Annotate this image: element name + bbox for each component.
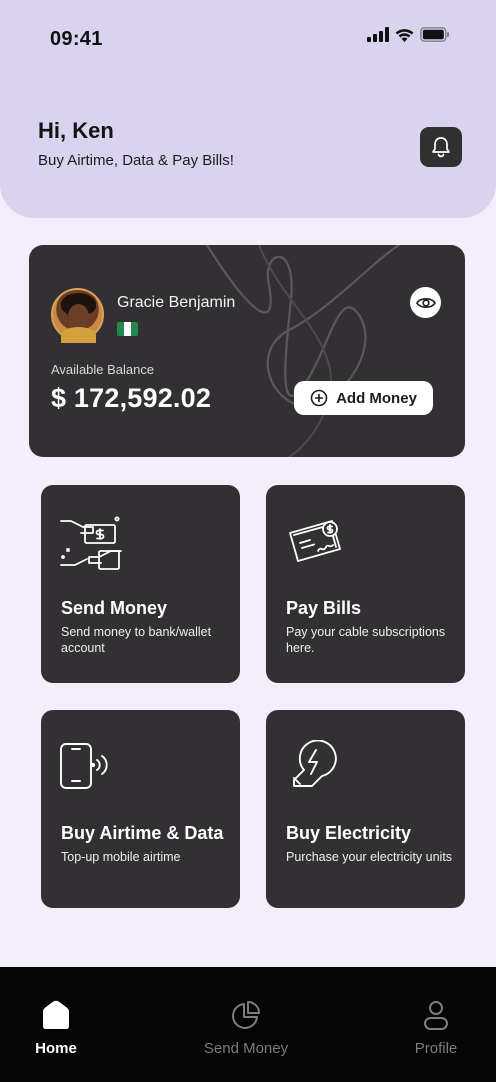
balance-card: Gracie Benjamin Available Balance $ 172,… [29, 245, 465, 457]
balance-label: Available Balance [51, 362, 155, 377]
tile-title: Send Money [61, 598, 168, 618]
flag-stripe-middle [124, 322, 131, 336]
money-transfer-icon [60, 516, 122, 570]
header-subtitle: Buy Airtime, Data & Pay Bills! [38, 152, 234, 169]
flag-stripe-left [117, 322, 124, 336]
plus-circle-icon [310, 389, 328, 407]
toggle-balance-visibility-button[interactable] [410, 287, 441, 318]
nav-label: Send Money [203, 1040, 289, 1057]
card-swirl-decoration [206, 245, 400, 457]
tile-title: Buy Airtime & Data [61, 823, 224, 843]
buy-airtime-data-tile[interactable]: Buy Airtime & Data Top-up mobile airtime [41, 710, 240, 908]
user-icon [424, 1001, 448, 1030]
tile-description: Top-up mobile airtime [61, 850, 181, 864]
status-icons [367, 27, 450, 42]
buy-electricity-tile[interactable]: Buy Electricity Purchase your electricit… [266, 710, 465, 908]
nigeria-flag-icon [117, 322, 138, 336]
nav-label: Profile [414, 1040, 458, 1057]
signal-icon [367, 27, 389, 42]
lightbulb-icon [293, 740, 337, 787]
tile-title: Buy Electricity [286, 823, 412, 843]
tile-description: Pay your cable subscriptions here. [286, 625, 446, 655]
add-money-button[interactable]: Add Money [294, 381, 433, 415]
greeting: Hi, Ken [38, 118, 114, 143]
pay-bills-tile[interactable]: Pay Bills Pay your cable subscriptions h… [266, 485, 465, 683]
home-icon [43, 1000, 69, 1029]
nav-item-send-money[interactable]: Send Money [186, 967, 306, 1082]
nav-label: Home [35, 1040, 77, 1057]
tile-title: Pay Bills [286, 598, 362, 618]
battery-icon [420, 27, 449, 42]
bottom-navigation: Home Send Money Profile [0, 967, 496, 1082]
status-time: 09:41 [50, 28, 103, 50]
user-name: Gracie Benjamin [117, 294, 236, 311]
send-money-tile[interactable]: Send Money Send money to bank/wallet acc… [41, 485, 240, 683]
flag-stripe-right [131, 322, 138, 336]
status-bar: 09:41 [0, 0, 496, 78]
wifi-icon [395, 29, 414, 42]
bell-icon [432, 137, 450, 158]
phone-signal-icon [60, 743, 108, 789]
notifications-button[interactable] [420, 127, 462, 167]
eye-icon [415, 297, 436, 308]
balance-amount: $ 172,592.02 [51, 383, 212, 413]
tile-description: Purchase your electricity units [286, 850, 453, 864]
avatar[interactable] [51, 288, 104, 343]
nav-item-home[interactable]: Home [0, 967, 116, 1082]
pie-chart-icon [232, 1001, 260, 1029]
app-screen: 09:41 Hi, Ken Buy Airtime, Data & Pay Bi… [0, 0, 496, 1082]
bills-icon [289, 520, 341, 562]
tile-description: Send money to bank/wallet account [61, 625, 212, 655]
add-money-label: Add Money [336, 389, 417, 407]
header: 09:41 Hi, Ken Buy Airtime, Data & Pay Bi… [0, 0, 496, 218]
nav-item-profile[interactable]: Profile [376, 967, 496, 1082]
